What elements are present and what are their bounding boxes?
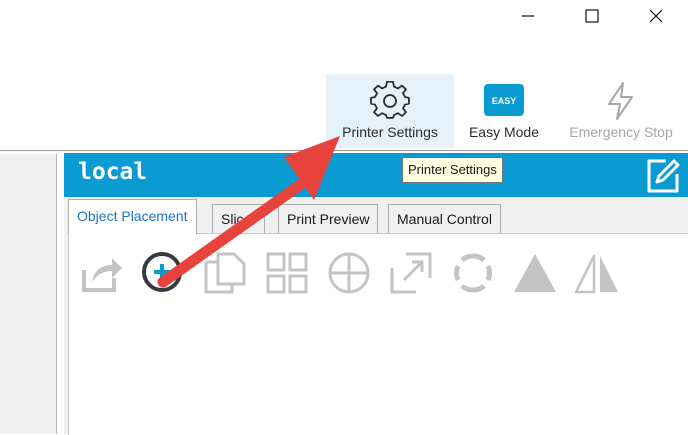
scale-icon[interactable] <box>386 248 436 298</box>
maximize-button[interactable] <box>570 0 614 32</box>
minimize-icon <box>522 15 534 17</box>
easy-badge-text: EASY <box>492 96 517 106</box>
tab-manual-control[interactable]: Manual Control <box>388 204 501 233</box>
emergency-stop-button[interactable]: Emergency Stop <box>554 74 688 148</box>
close-icon <box>649 9 663 23</box>
printer-name: local <box>78 159 148 185</box>
center-icon[interactable] <box>324 248 374 298</box>
tab-slicer[interactable]: Slicer <box>212 204 266 233</box>
easy-mode-icon: EASY <box>483 83 525 122</box>
mirror-icon[interactable] <box>572 248 622 298</box>
tab-object-placement[interactable]: Object Placement <box>68 199 197 234</box>
printer-settings-button[interactable]: Printer Settings <box>326 74 454 148</box>
gear-icon <box>369 80 411 127</box>
left-pane <box>0 154 57 434</box>
maximize-icon <box>585 9 599 23</box>
edit-icon[interactable] <box>642 155 682 200</box>
cut-icon[interactable] <box>510 248 560 298</box>
printer-settings-label: Printer Settings <box>342 124 438 140</box>
grid-arrange-icon[interactable] <box>262 248 312 298</box>
close-button[interactable] <box>634 0 678 32</box>
easy-mode-label: Easy Mode <box>468 124 540 140</box>
tab-print-preview[interactable]: Print Preview <box>278 204 379 233</box>
copy-icon[interactable] <box>200 248 250 298</box>
minimize-button[interactable] <box>506 0 550 32</box>
export-icon[interactable] <box>76 248 126 298</box>
easy-mode-button[interactable]: EASY Easy Mode <box>458 74 550 148</box>
rotate-icon[interactable] <box>448 248 498 298</box>
printer-header: local <box>64 153 688 197</box>
lightning-icon <box>601 80 641 127</box>
emergency-stop-label: Emergency Stop <box>569 124 673 140</box>
tooltip: Printer Settings <box>402 157 503 183</box>
toolbar-divider <box>0 150 688 151</box>
add-object-icon[interactable] <box>138 248 188 298</box>
